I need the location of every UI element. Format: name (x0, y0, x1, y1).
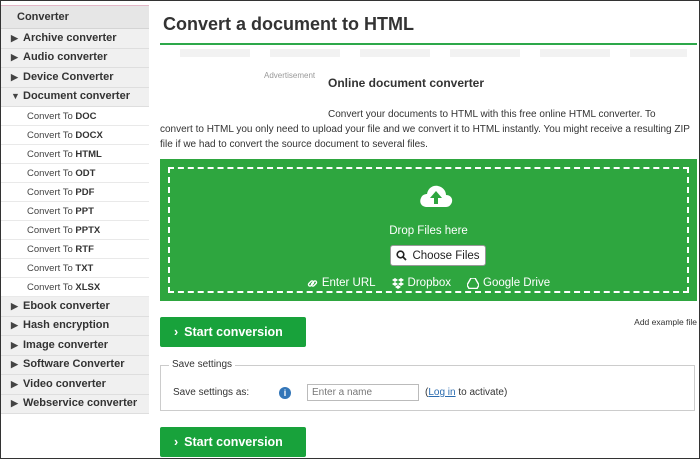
enter-url-link[interactable]: Enter URL (307, 277, 376, 289)
sidebar-item-image-converter[interactable]: ▶ Image converter (1, 336, 149, 356)
save-settings-label: Save settings as: (173, 387, 250, 398)
drop-zone-border: Drop Files here Choose Files Enter URL D… (168, 167, 689, 293)
choose-files-label: Choose Files (412, 249, 480, 262)
login-link[interactable]: Log in (428, 387, 455, 398)
description-rest: convert to HTML you only need to upload … (160, 124, 690, 150)
file-drop-zone[interactable]: Drop Files here Choose Files Enter URL D… (160, 159, 697, 301)
chevron-right-icon: › (174, 435, 179, 449)
sidebar-subitem-html[interactable]: Convert To HTML (1, 145, 149, 164)
dropbox-link[interactable]: Dropbox (391, 277, 451, 289)
sidebar-item-ebook-converter[interactable]: ▶ Ebook converter (1, 297, 149, 317)
main-content: Convert a document to HTML Advertisement… (160, 5, 697, 457)
description-line-1: Convert your documents to HTML with this… (328, 109, 656, 120)
sidebar-subitem-ppt[interactable]: Convert To PPT (1, 202, 149, 221)
sidebar-item-archive-converter[interactable]: ▶ Archive converter (1, 29, 149, 49)
sidebar-item-webservice-converter[interactable]: ▶ Webservice converter (1, 395, 149, 414)
link-icon (307, 279, 318, 287)
sidebar-subitem-doc[interactable]: Convert To DOC (1, 107, 149, 126)
sidebar-item-label: Audio converter (23, 51, 108, 63)
save-settings-legend: Save settings (169, 359, 236, 370)
sidebar-subitem-txt[interactable]: Convert To TXT (1, 259, 149, 278)
sidebar-item-label: Software Converter (23, 358, 125, 370)
advertisement-label: Advertisement (264, 71, 316, 80)
dropbox-icon (391, 277, 404, 289)
sidebar-item-audio-converter[interactable]: ▶ Audio converter (1, 49, 149, 68)
chevron-right-icon: ▶ (11, 339, 18, 350)
sidebar-item-label: Hash encryption (23, 319, 110, 331)
sidebar-subitem-docx[interactable]: Convert To DOCX (1, 126, 149, 145)
sidebar: Converter ▶ Archive converter ▶ Audio co… (1, 5, 149, 414)
save-settings-panel: Save settings Save settings as: i (Log i… (160, 359, 695, 411)
faded-divider (180, 49, 687, 57)
sidebar-item-software-converter[interactable]: ▶ Software Converter (1, 356, 149, 375)
sidebar-item-video-converter[interactable]: ▶ Video converter (1, 375, 149, 395)
sidebar-subitem-odt[interactable]: Convert To ODT (1, 164, 149, 183)
chevron-right-icon: ▶ (11, 359, 18, 369)
google-drive-link[interactable]: Google Drive (467, 277, 550, 289)
start-conversion-button[interactable]: › Start conversion (160, 317, 306, 347)
sidebar-item-document-converter[interactable]: ▼ Document converter (1, 88, 149, 107)
sidebar-item-hash-encryption[interactable]: ▶ Hash encryption (1, 317, 149, 336)
chevron-right-icon: ▶ (11, 378, 18, 389)
chevron-down-icon: ▼ (11, 91, 20, 101)
sidebar-item-label: Video converter (23, 377, 106, 390)
sidebar-subitem-xlsx[interactable]: Convert To XLSX (1, 278, 149, 297)
sidebar-item-label: Webservice converter (23, 397, 138, 409)
sidebar-subitem-pptx[interactable]: Convert To PPTX (1, 221, 149, 240)
chevron-right-icon: ▶ (11, 71, 18, 82)
choose-files-button[interactable]: Choose Files (390, 245, 486, 266)
chevron-right-icon: ▶ (11, 320, 18, 330)
sidebar-subitem-rtf[interactable]: Convert To RTF (1, 240, 149, 259)
add-example-file-link[interactable]: Add example file (634, 317, 697, 327)
sidebar-item-label: Archive converter (23, 31, 117, 44)
chevron-right-icon: ▶ (11, 32, 18, 43)
sidebar-header: Converter (1, 5, 149, 29)
search-icon (396, 250, 408, 261)
sidebar-subitem-pdf[interactable]: Convert To PDF (1, 183, 149, 202)
section-heading: Online document converter (328, 76, 485, 90)
start-conversion-button-bottom[interactable]: › Start conversion (160, 427, 306, 457)
upload-source-links: Enter URL Dropbox Google Drive (170, 277, 687, 289)
info-icon[interactable]: i (279, 387, 291, 399)
page-title: Convert a document to HTML (160, 5, 697, 45)
cloud-upload-icon (420, 185, 453, 207)
login-hint: (Log in to activate) (425, 387, 508, 398)
sidebar-item-device-converter[interactable]: ▶ Device Converter (1, 68, 149, 88)
sidebar-item-label: Device Converter (23, 70, 114, 83)
drop-files-label: Drop Files here (389, 225, 468, 237)
description: Convert your documents to HTML with this… (160, 107, 695, 152)
chevron-right-icon: › (174, 325, 179, 339)
chevron-right-icon: ▶ (11, 398, 18, 408)
sidebar-item-label: Ebook converter (23, 299, 110, 312)
chevron-right-icon: ▶ (11, 300, 18, 311)
sidebar-item-label: Document converter (23, 90, 130, 102)
settings-name-input[interactable] (307, 384, 419, 401)
google-drive-icon (467, 277, 480, 289)
sidebar-item-label: Image converter (23, 338, 108, 351)
chevron-right-icon: ▶ (11, 52, 18, 62)
